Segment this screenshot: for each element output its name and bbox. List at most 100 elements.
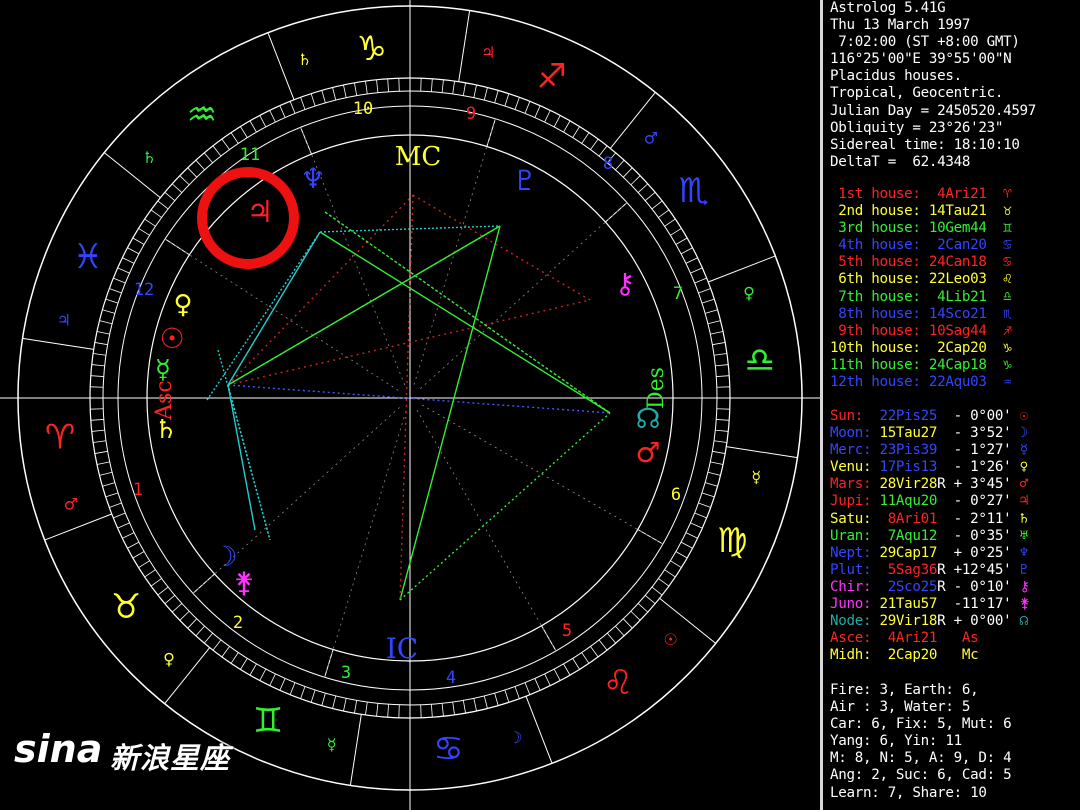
degree-tick — [376, 703, 379, 717]
degree-tick — [96, 461, 110, 465]
house-number: 9 — [466, 104, 476, 124]
sign-ruler-icon: ♂ — [644, 128, 658, 147]
house-label: 5th house: — [830, 254, 921, 271]
degree-tick — [572, 126, 580, 138]
planet-icon: ☽ — [1011, 425, 1029, 442]
summary-line: Ang: 2, Suc: 6, Cad: 5 — [830, 767, 1012, 784]
house-label: 9th house: — [830, 322, 921, 339]
planet-name: Mars: — [830, 476, 880, 493]
degree-tick — [694, 277, 707, 284]
sign-ruler-icon: ♃ — [57, 311, 71, 330]
degree-tick — [204, 632, 213, 644]
degree-tick — [387, 704, 389, 718]
degree-tick — [707, 320, 721, 325]
planet-icon: ♄ — [1011, 510, 1029, 527]
sign-icon: ♌ — [1003, 271, 1012, 288]
planet-position: 7Aqu12 — [879, 527, 938, 544]
degree-tick — [622, 618, 633, 629]
degree-tick — [102, 309, 116, 314]
degree-tick — [105, 492, 119, 498]
planet-glyph-icon: ♇ — [512, 164, 537, 197]
zodiac-sign-icon: ♌ — [603, 663, 633, 703]
degree-tick — [212, 639, 222, 651]
planet-position: 29Vir18 — [879, 613, 938, 630]
degree-tick — [504, 689, 510, 703]
degree-tick — [354, 700, 358, 714]
planet-row: Mars: 28Vir28R + 3°45' ♂ — [830, 476, 1030, 493]
planet-name: Plut: — [830, 561, 880, 578]
degree-tick — [269, 110, 276, 123]
degree-tick — [127, 247, 140, 255]
house-cusp: 2Can20 — [920, 237, 987, 254]
planet-position: 21Tau57 — [879, 596, 938, 613]
planet-name: Node: — [830, 613, 880, 630]
degree-tick — [99, 471, 113, 476]
degree-tick — [630, 610, 641, 621]
planet-name: Nept: — [830, 544, 880, 561]
planet-name: Asce: — [830, 630, 880, 647]
planet-declination: + 0°00' — [945, 613, 1012, 630]
house-row: 5th house: 24Can18 ♋ — [830, 254, 1011, 271]
degree-tick — [452, 81, 455, 95]
house-number: 5 — [562, 621, 572, 641]
planet-declination: - 2°11' — [945, 510, 1012, 527]
degree-tick — [615, 625, 625, 637]
planet-row: Midh: 2Cap20 Mc — [830, 647, 1030, 664]
sign-boundary — [349, 714, 362, 786]
degree-tick — [637, 183, 649, 193]
zodiac-sign-icon: ♉ — [111, 587, 141, 627]
degree-tick — [365, 701, 368, 715]
zodiac-sign-icon: ♏ — [679, 171, 709, 211]
planet-declination — [945, 647, 953, 663]
planet-declination: -11°17' — [945, 596, 1012, 613]
header-line: Sidereal time: 18:10:10 — [830, 136, 1020, 153]
sign-boundary — [525, 696, 553, 764]
panel-divider — [820, 0, 823, 810]
degree-tick — [94, 450, 108, 454]
aspect-line — [319, 231, 611, 414]
summary-line: M: 8, N: 5, A: 9, D: 4 — [830, 750, 1012, 767]
planet-glyph-icon: ⚷ — [615, 267, 636, 300]
planet-icon: ☊ — [1011, 613, 1029, 630]
degree-tick — [658, 578, 670, 587]
summary-line: Car: 6, Fix: 5, Mut: 6 — [830, 716, 1012, 733]
house-number: 7 — [673, 284, 683, 304]
sign-icon: ♏ — [1003, 305, 1012, 322]
degree-tick — [716, 419, 730, 421]
degree-tick — [117, 267, 130, 274]
degree-tick — [431, 704, 433, 718]
degree-tick — [150, 209, 162, 218]
aspect-line — [227, 384, 611, 414]
degree-tick — [483, 695, 488, 709]
planet-icon: ♀ — [1011, 459, 1029, 476]
degree-tick — [644, 192, 656, 201]
degree-tick — [622, 167, 633, 178]
degree-tick — [105, 298, 119, 304]
degree-tick — [144, 218, 156, 227]
info-panel: Astrolog 5.41G Thu 13 March 1997 7:02:00… — [830, 0, 1080, 810]
sina-logo: sina — [14, 727, 103, 771]
house-number: 8 — [603, 154, 613, 174]
house-label: 6th house: — [830, 271, 921, 288]
house-cusp: 24Can18 — [920, 254, 987, 271]
degree-tick — [462, 700, 466, 714]
planet-glyph-icon: ♄ — [154, 415, 177, 445]
degree-tick — [716, 375, 730, 377]
house-number: 12 — [134, 280, 154, 300]
degree-tick — [321, 90, 326, 104]
sign-ruler-icon: ☿ — [327, 735, 337, 754]
degree-tick — [710, 461, 724, 465]
house-cusp: 22Aqu03 — [920, 374, 987, 391]
degree-tick — [321, 692, 326, 706]
degree-tick — [102, 482, 116, 487]
degree-tick — [675, 551, 688, 559]
house-cusp-line — [164, 238, 402, 393]
planet-declination: - 0°35' — [945, 527, 1012, 544]
degree-tick — [441, 79, 444, 93]
degree-tick — [694, 512, 707, 519]
degree-tick — [712, 450, 726, 454]
degree-tick — [90, 419, 104, 421]
sign-icon: ♉ — [1003, 203, 1012, 220]
degree-tick — [644, 595, 656, 604]
zodiac-sign-icon: ♒ — [187, 95, 217, 135]
